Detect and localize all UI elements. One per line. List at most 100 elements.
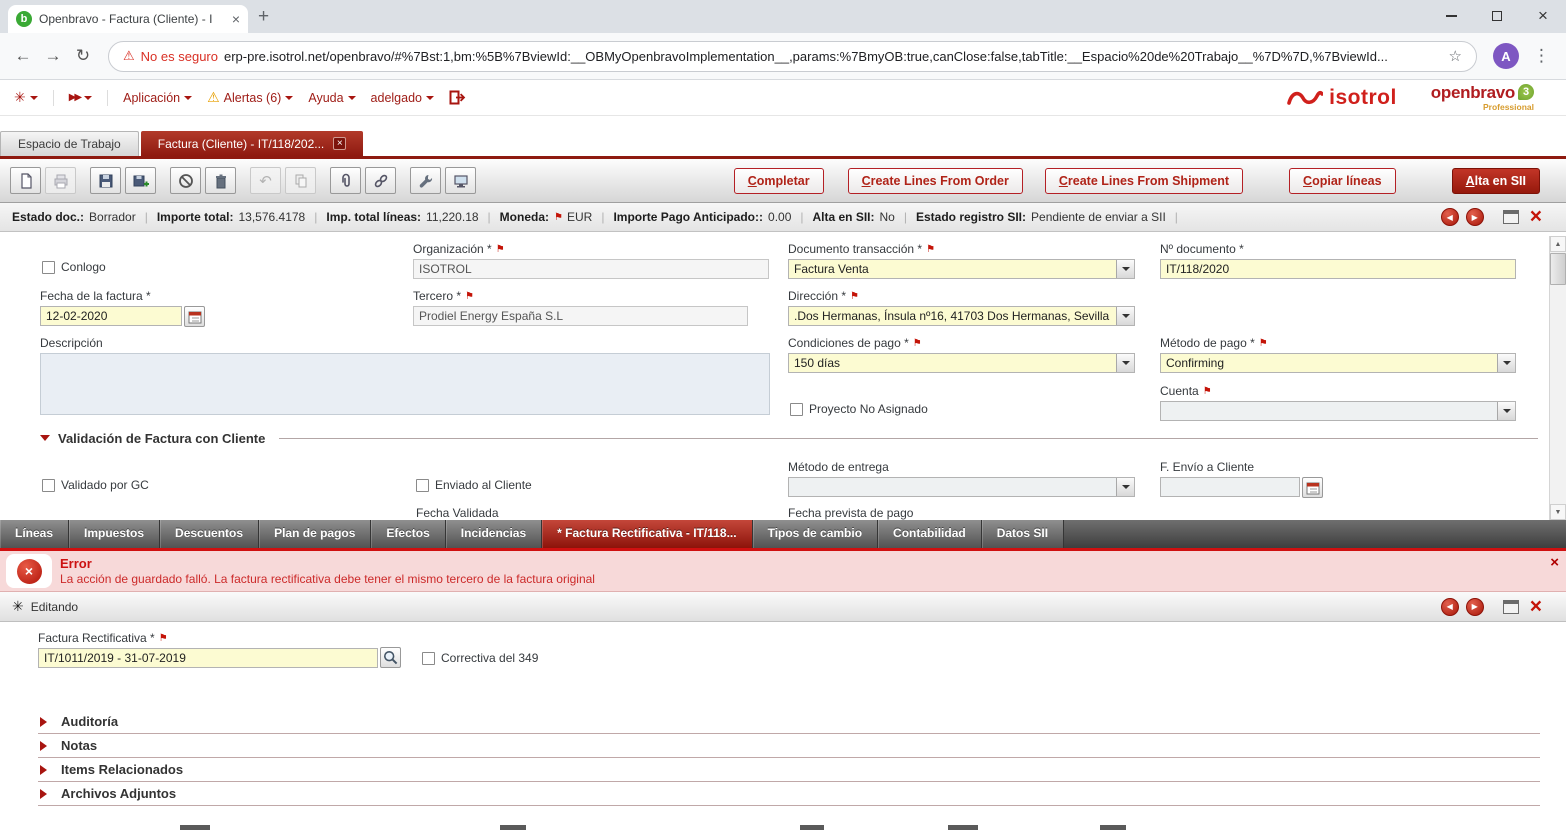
form-scrollbar[interactable]: ▲ ▼ xyxy=(1549,236,1566,520)
link-flag-icon[interactable]: ⚑ xyxy=(465,291,474,302)
checkbox-box[interactable] xyxy=(42,479,55,492)
window-close-button[interactable]: × xyxy=(1520,0,1566,32)
attachments-button[interactable] xyxy=(330,167,361,194)
scroll-up-button[interactable]: ▲ xyxy=(1550,236,1566,252)
previous-record-button[interactable]: ◀ xyxy=(1441,598,1459,616)
metodo-pago-combo[interactable]: Confirming xyxy=(1160,353,1516,373)
link-flag-icon[interactable]: ⚑ xyxy=(850,291,859,302)
section-validacion-header[interactable]: Validación de Factura con Cliente xyxy=(40,430,1538,446)
checkbox-box[interactable] xyxy=(790,403,803,416)
tools-button[interactable] xyxy=(410,167,441,194)
descripcion-textarea[interactable] xyxy=(40,353,770,415)
checkbox-box[interactable] xyxy=(416,479,429,492)
direccion-combo[interactable]: .Dos Hermanas, Ínsula nº16, 41703 Dos He… xyxy=(788,306,1135,326)
previous-record-button[interactable]: ◀ xyxy=(1441,208,1459,226)
view-toggle-button[interactable] xyxy=(445,167,476,194)
tab-contabilidad[interactable]: Contabilidad xyxy=(878,520,982,548)
checkbox-box[interactable] xyxy=(42,261,55,274)
link-flag-icon[interactable]: ⚑ xyxy=(926,244,935,255)
url-bar[interactable]: ⚠ No es seguro erp-pre.isotrol.net/openb… xyxy=(108,41,1477,72)
link-flag-icon[interactable]: ⚑ xyxy=(496,244,505,255)
tercero-field[interactable]: Prodiel Energy España S.L xyxy=(413,306,748,326)
calendar-button[interactable] xyxy=(1302,477,1323,498)
tab-close-icon[interactable]: × xyxy=(333,137,346,150)
browser-menu-icon[interactable]: ⋮ xyxy=(1533,46,1550,66)
menu-user[interactable]: adelgado xyxy=(371,91,434,105)
dropdown-button[interactable] xyxy=(1116,260,1134,278)
maximize-form-button[interactable] xyxy=(1503,210,1519,224)
num-documento-field[interactable]: IT/118/2020 xyxy=(1160,259,1516,279)
tab-efectos[interactable]: Efectos xyxy=(371,520,445,548)
metodo-entrega-combo[interactable] xyxy=(788,477,1135,497)
bookmark-star-icon[interactable]: ☆ xyxy=(1449,47,1462,65)
url-text[interactable]: erp-pre.isotrol.net/openbravo/#%7Bst:1,b… xyxy=(224,49,1443,64)
validado-por-gc-checkbox[interactable]: Validado por GC xyxy=(42,478,149,492)
section-notas[interactable]: Notas xyxy=(38,734,1540,758)
delete-button[interactable] xyxy=(205,167,236,194)
create-lines-from-order-button[interactable]: Create Lines From Order xyxy=(848,168,1023,194)
dropdown-button[interactable] xyxy=(1497,354,1515,372)
create-lines-from-shipment-button[interactable]: Create Lines From Shipment xyxy=(1045,168,1243,194)
tab-datos-sii[interactable]: Datos SII xyxy=(982,520,1064,548)
dropdown-button[interactable] xyxy=(1497,402,1515,420)
window-minimize-button[interactable] xyxy=(1428,0,1474,32)
scrollbar-thumb[interactable] xyxy=(1550,253,1566,285)
tab-tipos-de-cambio[interactable]: Tipos de cambio xyxy=(753,520,878,548)
reload-button[interactable]: ↻ xyxy=(68,46,98,66)
link-flag-icon[interactable]: ⚑ xyxy=(159,633,168,644)
enviado-al-cliente-checkbox[interactable]: Enviado al Cliente xyxy=(416,478,532,492)
security-warning-text[interactable]: No es seguro xyxy=(141,49,218,64)
checkbox-box[interactable] xyxy=(422,652,435,665)
dropdown-button[interactable] xyxy=(1116,354,1134,372)
browser-tab[interactable]: b Openbravo - Factura (Cliente) - I × xyxy=(8,5,248,33)
window-maximize-button[interactable] xyxy=(1474,0,1520,32)
next-record-button[interactable]: ▶ xyxy=(1466,208,1484,226)
close-form-button[interactable]: × xyxy=(1530,209,1542,225)
conlogo-checkbox[interactable]: Conlogo xyxy=(42,260,106,274)
error-close-button[interactable]: × xyxy=(1550,554,1559,571)
maximize-form-button[interactable] xyxy=(1503,600,1519,614)
new-tab-button[interactable]: + xyxy=(258,6,269,28)
dropdown-button[interactable] xyxy=(1116,478,1134,496)
forward-button[interactable]: → xyxy=(38,46,68,66)
dropdown-button[interactable] xyxy=(1116,307,1134,325)
new-record-button[interactable] xyxy=(10,167,41,194)
next-record-button[interactable]: ▶ xyxy=(1466,598,1484,616)
link-flag-icon[interactable]: ⚑ xyxy=(1259,338,1268,349)
tab-incidencias[interactable]: Incidencias xyxy=(446,520,542,548)
completar-button[interactable]: Completar xyxy=(734,168,824,194)
section-archivos-adjuntos[interactable]: Archivos Adjuntos xyxy=(38,782,1540,806)
tab-lineas[interactable]: Líneas xyxy=(0,520,69,548)
workspace-menu-button[interactable]: ✳ xyxy=(14,89,38,106)
tab-factura-rectificativa[interactable]: * Factura Rectificativa - IT/118... xyxy=(542,520,752,548)
menu-aplicacion[interactable]: Aplicación xyxy=(123,91,192,105)
f-envio-cliente-field[interactable] xyxy=(1160,477,1300,497)
fecha-factura-field[interactable]: 12-02-2020 xyxy=(40,306,182,326)
browser-avatar[interactable]: A xyxy=(1493,43,1519,69)
tab-descuentos[interactable]: Descuentos xyxy=(160,520,259,548)
copiar-lineas-button[interactable]: Copiar líneas xyxy=(1289,168,1396,194)
link-button[interactable] xyxy=(365,167,396,194)
tab-factura-cliente[interactable]: Factura (Cliente) - IT/118/202... × xyxy=(141,131,364,156)
alta-en-sii-button[interactable]: Alta en SII xyxy=(1452,168,1540,194)
section-items-relacionados[interactable]: Items Relacionados xyxy=(38,758,1540,782)
logout-button[interactable] xyxy=(449,90,466,105)
calendar-button[interactable] xyxy=(184,306,205,327)
tab-close-icon[interactable]: × xyxy=(232,12,240,26)
quick-launch-menu-button[interactable]: ▶▶ xyxy=(69,92,92,104)
cuenta-combo[interactable] xyxy=(1160,401,1516,421)
menu-ayuda[interactable]: Ayuda xyxy=(308,91,355,105)
scroll-down-button[interactable]: ▼ xyxy=(1550,504,1566,520)
back-button[interactable]: ← xyxy=(8,46,38,66)
proyecto-no-asignado-checkbox[interactable]: Proyecto No Asignado xyxy=(790,402,928,416)
link-flag-icon[interactable]: ⚑ xyxy=(1203,386,1212,397)
menu-alertas[interactable]: ⚠ Alertas (6) xyxy=(207,89,293,106)
save-and-new-button[interactable] xyxy=(125,167,156,194)
tab-impuestos[interactable]: Impuestos xyxy=(69,520,160,548)
tab-plan-de-pagos[interactable]: Plan de pagos xyxy=(259,520,371,548)
condiciones-pago-combo[interactable]: 150 días xyxy=(788,353,1135,373)
link-flag-icon[interactable]: ⚑ xyxy=(913,338,922,349)
undo-changes-button[interactable] xyxy=(170,167,201,194)
save-button[interactable] xyxy=(90,167,121,194)
section-auditoria[interactable]: Auditoría xyxy=(38,710,1540,734)
